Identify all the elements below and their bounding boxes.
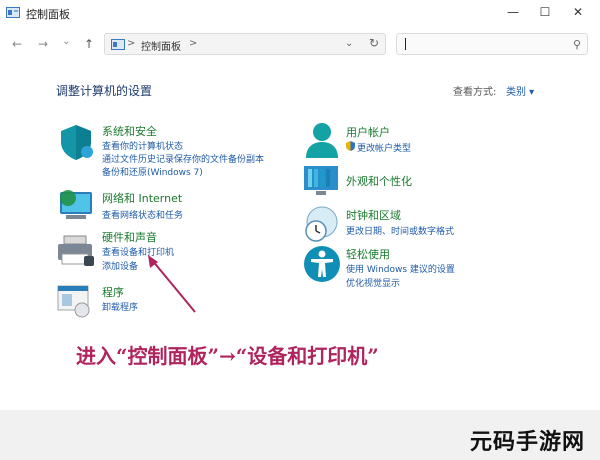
address-bar[interactable]: > 控制面板 > ⌄ ↻ [104, 33, 386, 55]
address-dropdown-icon[interactable]: ⌄ [345, 38, 353, 49]
category-network-internet[interactable]: 网络和 Internet [102, 190, 182, 206]
search-box[interactable]: ⚲ [396, 33, 588, 55]
view-by-dropdown[interactable]: 类别 ▾ [506, 83, 534, 98]
category-clock-region[interactable]: 时钟和区域 [346, 207, 401, 223]
view-by-label: 查看方式: [453, 87, 497, 98]
breadcrumb-chevron-icon: > [127, 38, 136, 49]
link-network-status[interactable]: 查看网络状态和任务 [102, 208, 183, 221]
uac-shield-icon [346, 141, 355, 151]
link-uninstall-program[interactable]: 卸载程序 [102, 300, 138, 313]
title-bar: 控制面板 — ☐ ✕ [0, 0, 600, 26]
minimize-button[interactable]: — [498, 2, 528, 22]
forward-button[interactable]: → [38, 37, 48, 51]
link-add-device[interactable]: 添加设备 [102, 259, 138, 272]
category-hardware-sound[interactable]: 硬件和声音 [102, 229, 157, 245]
close-icon: ✕ [572, 5, 584, 19]
link-backup-restore[interactable]: 备份和还原(Windows 7) [102, 165, 203, 178]
text-caret [405, 38, 406, 50]
ease-of-access-icon [304, 246, 340, 282]
link-file-history[interactable]: 通过文件历史记录保存你的文件备份副本 [102, 152, 264, 165]
maximize-icon: ☐ [539, 5, 551, 19]
breadcrumb-control-panel[interactable]: 控制面板 [141, 38, 181, 53]
category-appearance[interactable]: 外观和个性化 [346, 173, 412, 189]
search-icon[interactable]: ⚲ [573, 38, 581, 51]
link-view-computer-status[interactable]: 查看你的计算机状态 [102, 139, 183, 152]
clock-globe-icon [305, 206, 338, 242]
refresh-icon[interactable]: ↻ [369, 36, 379, 50]
page-heading: 调整计算机的设置 [56, 84, 153, 98]
watermark-logo: 元码手游网 [470, 430, 586, 455]
appearance-icon [304, 166, 338, 195]
back-button[interactable]: ← [12, 37, 22, 51]
link-windows-recommended-settings[interactable]: 使用 Windows 建议的设置 [346, 262, 455, 275]
maximize-button[interactable]: ☐ [530, 2, 560, 22]
breadcrumb-chevron-icon[interactable]: > [189, 38, 197, 49]
control-panel-small-icon [111, 39, 125, 50]
printer-icon [58, 235, 94, 266]
shield-icon [61, 125, 93, 160]
category-system-security[interactable]: 系统和安全 [102, 123, 157, 139]
control-panel-app-icon [6, 7, 20, 18]
link-change-account-type[interactable]: 更改帐户类型 [357, 141, 411, 154]
window-title: 控制面板 [26, 8, 70, 21]
network-globe-icon [60, 190, 92, 219]
up-button[interactable]: ↑ [84, 37, 94, 51]
annotation-caption: 进入“控制面板”→“设备和打印机” [76, 344, 379, 368]
close-button[interactable]: ✕ [563, 2, 593, 22]
programs-icon [57, 285, 90, 318]
user-account-icon [306, 123, 338, 158]
link-change-date-time-format[interactable]: 更改日期、时间或数字格式 [346, 224, 454, 237]
link-optimize-visual-display[interactable]: 优化视觉显示 [346, 276, 400, 289]
annotation-arrow-icon [148, 255, 196, 313]
minimize-icon: — [507, 5, 519, 19]
control-panel-window: 控制面板 — ☐ ✕ ← → ⌄ ↑ > 控制面板 > ⌄ ↻ ⚲ 调整计算机的… [0, 0, 600, 410]
category-user-accounts[interactable]: 用户帐户 [346, 124, 390, 140]
category-programs[interactable]: 程序 [102, 284, 124, 300]
category-ease-of-access[interactable]: 轻松使用 [346, 246, 390, 262]
recent-locations-button[interactable]: ⌄ [62, 36, 70, 47]
